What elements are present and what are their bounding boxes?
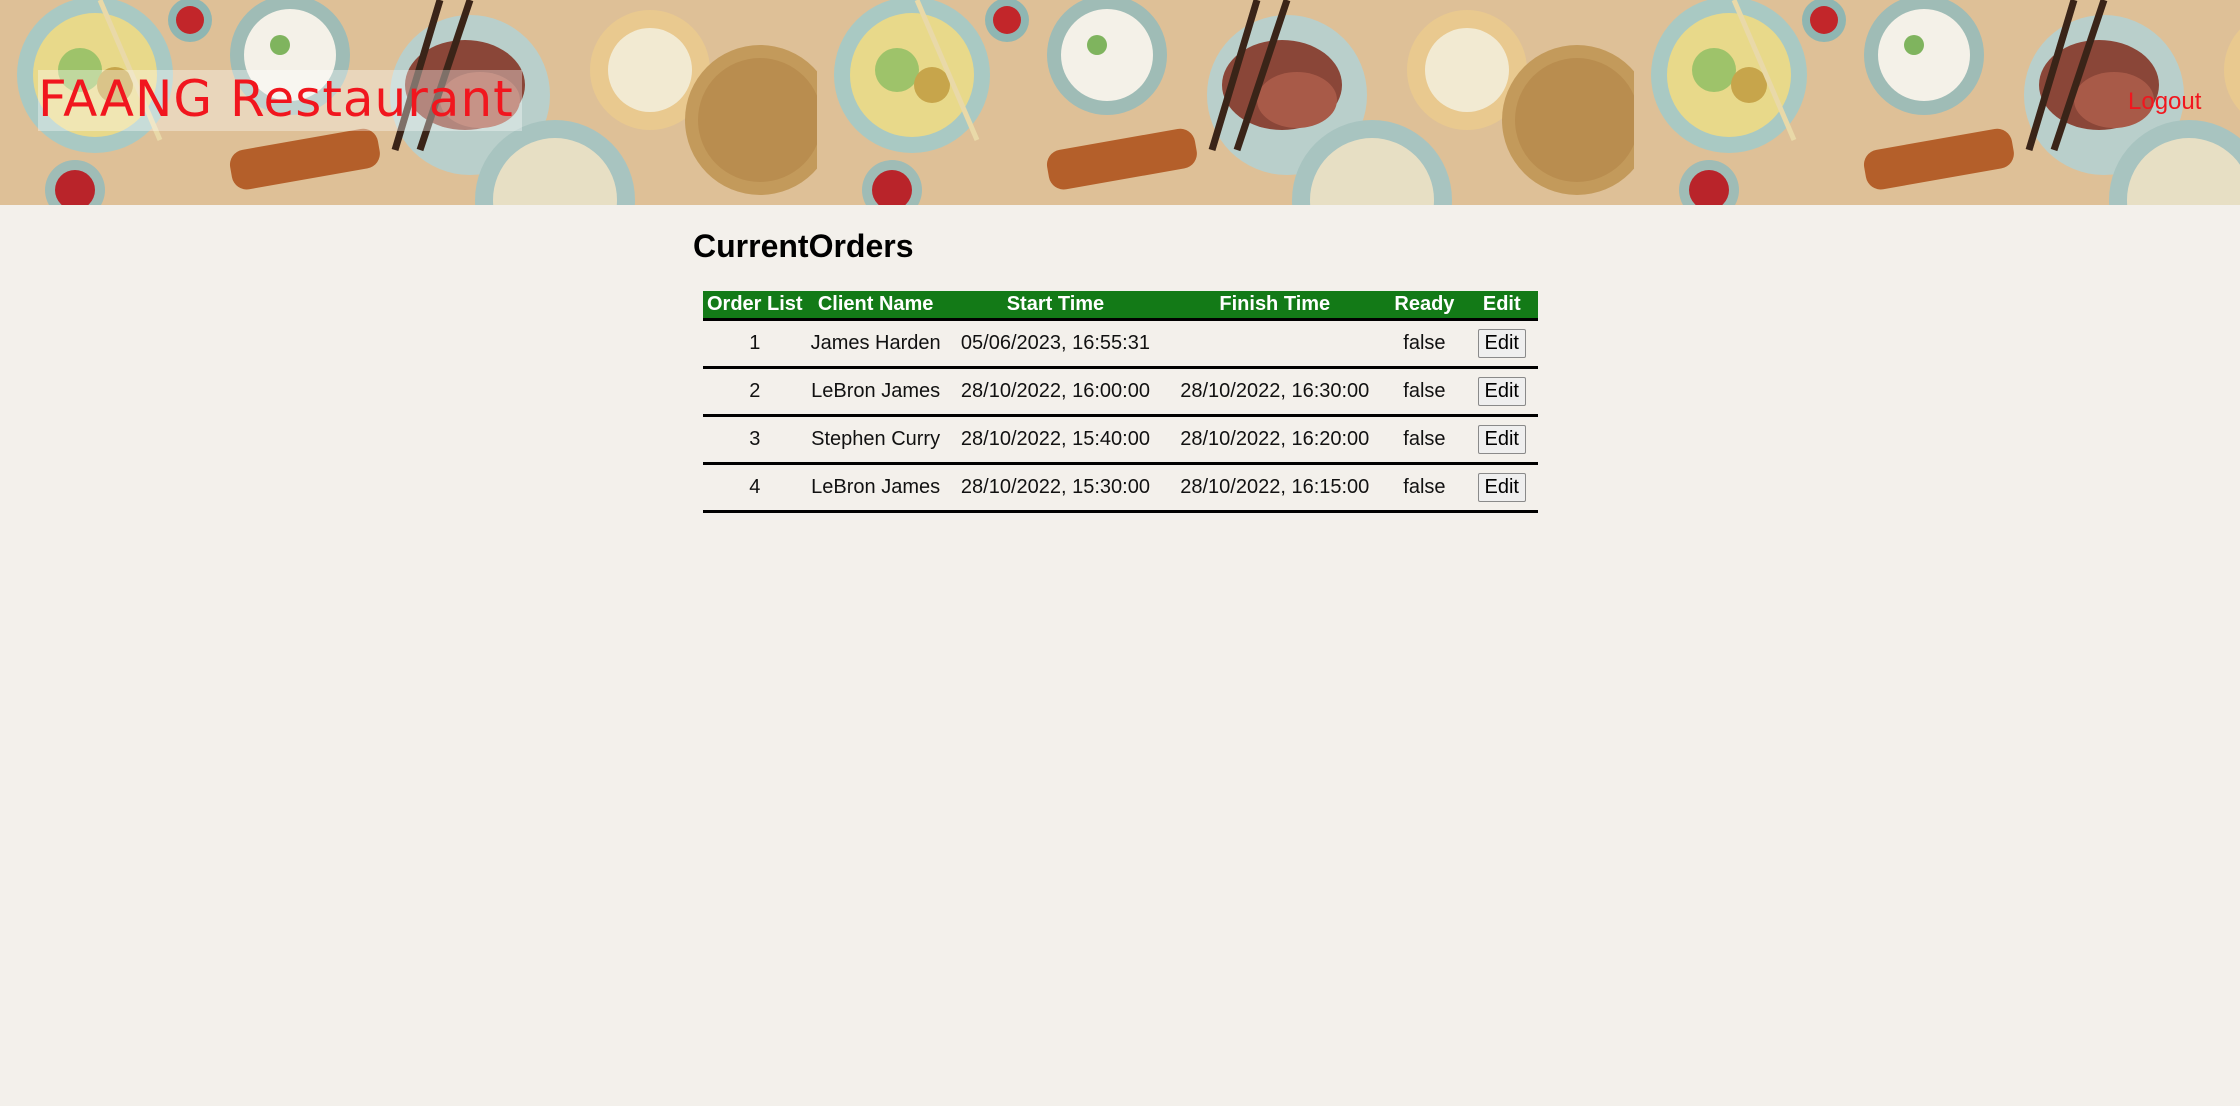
client-name: Stephen Curry (806, 415, 945, 465)
orders-table: Order List Client Name Start Time Finish… (703, 291, 1538, 513)
table-row: 3 Stephen Curry 28/10/2022, 15:40:00 28/… (703, 415, 1538, 465)
start-time: 28/10/2022, 15:40:00 (944, 415, 1167, 465)
logout-link[interactable]: Logout (2128, 88, 2201, 116)
table-row: 2 LeBron James 28/10/2022, 16:00:00 28/1… (703, 367, 1538, 417)
column-header-start-time: Start Time (944, 291, 1167, 321)
finish-time (1166, 319, 1384, 369)
start-time: 28/10/2022, 16:00:00 (944, 367, 1167, 417)
start-time: 05/06/2023, 16:55:31 (944, 319, 1167, 369)
table-header-row: Order List Client Name Start Time Finish… (703, 291, 1538, 321)
header-banner: FAANG Restaurant Logout (0, 0, 2240, 205)
order-number: 3 (703, 415, 807, 465)
edit-button[interactable]: Edit (1477, 329, 1526, 358)
column-header-finish-time: Finish Time (1166, 291, 1384, 321)
finish-time: 28/10/2022, 16:30:00 (1166, 367, 1384, 417)
table-row: 1 James Harden 05/06/2023, 16:55:31 fals… (703, 319, 1538, 369)
page-title: CurrentOrders (693, 228, 914, 264)
finish-time: 28/10/2022, 16:15:00 (1166, 463, 1384, 513)
ready-status: false (1383, 415, 1466, 465)
edit-button[interactable]: Edit (1477, 425, 1526, 454)
column-header-client-name: Client Name (806, 291, 945, 321)
order-number: 1 (703, 319, 807, 369)
brand-title: FAANG Restaurant (38, 70, 522, 131)
column-header-edit: Edit (1465, 291, 1538, 321)
edit-cell: Edit (1465, 367, 1538, 417)
client-name: LeBron James (806, 367, 945, 417)
finish-time: 28/10/2022, 16:20:00 (1166, 415, 1384, 465)
ready-status: false (1383, 463, 1466, 513)
start-time: 28/10/2022, 15:30:00 (944, 463, 1167, 513)
table-row: 4 LeBron James 28/10/2022, 15:30:00 28/1… (703, 463, 1538, 513)
edit-button[interactable]: Edit (1477, 473, 1526, 502)
edit-cell: Edit (1465, 415, 1538, 465)
edit-button[interactable]: Edit (1477, 377, 1526, 406)
order-number: 2 (703, 367, 807, 417)
ready-status: false (1383, 367, 1466, 417)
order-number: 4 (703, 463, 807, 513)
column-header-order-list: Order List (703, 291, 807, 321)
edit-cell: Edit (1465, 463, 1538, 513)
ready-status: false (1383, 319, 1466, 369)
client-name: James Harden (806, 319, 945, 369)
column-header-ready: Ready (1383, 291, 1466, 321)
edit-cell: Edit (1465, 319, 1538, 369)
client-name: LeBron James (806, 463, 945, 513)
